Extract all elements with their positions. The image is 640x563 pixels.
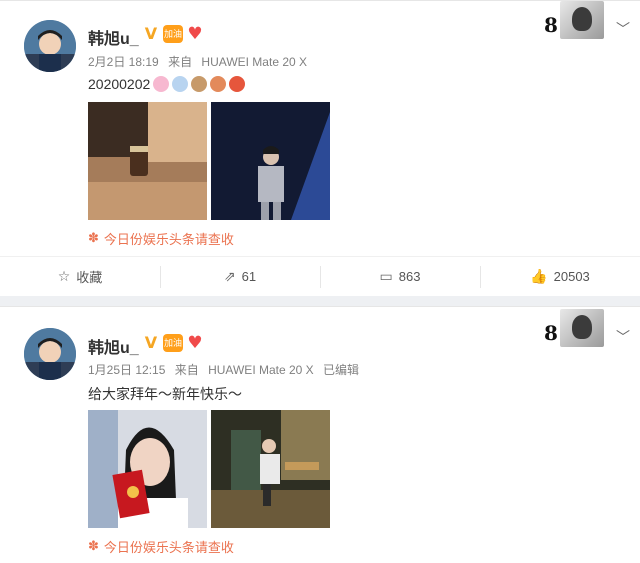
username[interactable]: 韩旭u_ (88, 25, 139, 49)
emoji-icon (210, 76, 227, 92)
like-count: 20503 (553, 269, 590, 284)
post-text: 给大家拜年～新年快乐～ (88, 384, 242, 404)
like-button[interactable]: 👍 20503 (480, 257, 640, 296)
heart-badge-icon[interactable]: ♥ (186, 25, 204, 43)
post-date[interactable]: 1月25日 12:15 (88, 363, 165, 377)
verified-v-icon[interactable]: V (142, 334, 160, 352)
repost-count: 61 (241, 269, 257, 284)
comment-icon: ▭ (379, 268, 393, 285)
avatar[interactable] (24, 328, 76, 380)
topic-source-text: 今日份娱乐头条请查收 (103, 232, 234, 247)
post-text-content: 给大家拜年～新年快乐～ (88, 386, 242, 402)
post-meta: 1月25日 12:15 来自 HUAWEI Mate 20 X 已编辑 (88, 361, 365, 378)
favorite-button[interactable]: ☆ 收藏 (0, 257, 160, 296)
avatar[interactable] (24, 20, 76, 72)
chevron-down-icon[interactable]: ﹀ (616, 19, 630, 39)
emoji-icon (153, 76, 170, 92)
post-card: 韩旭u_ V 加油 ♥ 2月2日 18:19 来自 HUAWEI Mate 20… (0, 0, 640, 296)
favorite-label: 收藏 (76, 270, 103, 285)
edited-label[interactable]: 已编辑 (323, 363, 359, 377)
device-name: HUAWEI Mate 20 X (208, 363, 314, 377)
fan-card-decoration[interactable]: 8 (544, 309, 606, 349)
post-image[interactable] (88, 410, 207, 528)
chevron-down-icon[interactable]: ﹀ (616, 327, 630, 347)
share-icon: ⇗ (223, 268, 236, 285)
fan-number-icon: 8 (544, 13, 558, 37)
action-bar: ☆ 收藏 ⇗ 61 ▭ 863 👍 20503 (0, 256, 640, 296)
emoji-icon (191, 76, 208, 92)
user-badges: V 加油 ♥ (142, 334, 204, 352)
post-image[interactable] (211, 102, 330, 220)
post-text: 20200202 (88, 76, 246, 92)
post-meta: 2月2日 18:19 来自 HUAWEI Mate 20 X (88, 53, 313, 70)
post-image[interactable] (211, 410, 330, 528)
weibo-feed: 韩旭u_ V 加油 ♥ 2月2日 18:19 来自 HUAWEI Mate 20… (0, 0, 640, 563)
device-name: HUAWEI Mate 20 X (201, 55, 308, 69)
post-text-content: 20200202 (88, 76, 151, 92)
topic-source-link[interactable]: ✽ 今日份娱乐头条请查收 (88, 229, 234, 248)
flower-icon: ✽ (88, 231, 99, 246)
emoji-icon (172, 76, 189, 92)
level-badge[interactable]: 加油 (163, 25, 183, 43)
fan-number-icon: 8 (544, 321, 558, 345)
comment-button[interactable]: ▭ 863 (320, 257, 480, 296)
topic-source-text: 今日份娱乐头条请查收 (103, 540, 234, 555)
user-badges: V 加油 ♥ (142, 25, 204, 43)
verified-v-icon[interactable]: V (142, 25, 160, 43)
post-images (88, 410, 330, 528)
post-image[interactable] (88, 102, 207, 220)
fan-card-photo (560, 309, 604, 347)
post-card: 韩旭u_ V 加油 ♥ 1月25日 12:15 来自 HUAWEI Mate 2… (0, 306, 640, 563)
fan-card-photo (560, 1, 604, 39)
username[interactable]: 韩旭u_ (88, 334, 139, 358)
source-prefix: 来自 (168, 55, 193, 69)
source-prefix: 来自 (174, 363, 199, 377)
thumbs-up-icon: 👍 (530, 268, 548, 285)
comment-count: 863 (398, 269, 421, 284)
fan-card-decoration[interactable]: 8 (544, 1, 606, 41)
topic-source-link[interactable]: ✽ 今日份娱乐头条请查收 (88, 537, 234, 556)
flower-icon: ✽ (88, 539, 99, 554)
post-date[interactable]: 2月2日 18:19 (88, 55, 159, 69)
repost-button[interactable]: ⇗ 61 (160, 257, 320, 296)
level-badge[interactable]: 加油 (163, 334, 183, 352)
star-icon: ☆ (57, 268, 71, 285)
post-images (88, 102, 330, 220)
emoji-icon (229, 76, 246, 92)
heart-badge-icon[interactable]: ♥ (186, 334, 204, 352)
